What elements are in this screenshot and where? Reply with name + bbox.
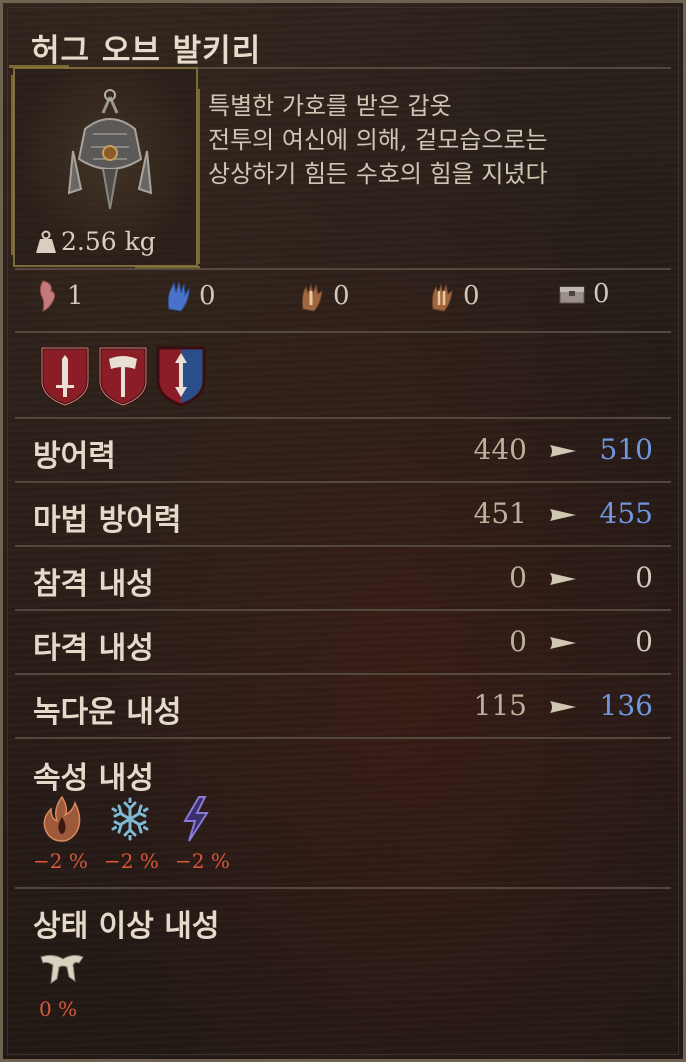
stat-current: 0 — [509, 625, 527, 658]
item-weight: 2.56 kg — [35, 227, 156, 256]
item-name: 허그 오브 발키리 — [31, 33, 262, 69]
lightning-resist-value: −2 % — [175, 849, 230, 873]
axe-shield-icon — [98, 346, 148, 407]
weight-value: 2.56 kg — [61, 227, 156, 256]
sword-shield-icon — [40, 346, 90, 407]
strength-arm-icon — [39, 280, 56, 312]
stat-new: 0 — [635, 625, 653, 658]
stat-current: 440 — [473, 433, 527, 466]
requirement-hand-two: 0 — [429, 279, 480, 313]
divider — [15, 331, 671, 333]
fire-icon — [43, 795, 81, 842]
arrows-shield-icon — [156, 346, 206, 407]
stat-label: 타격 내성 — [33, 631, 154, 666]
ailment-icon — [40, 954, 84, 985]
fire-resist-value: −2 % — [33, 849, 88, 873]
stat-row: 참격 내성 0 0 — [3, 547, 683, 611]
stat-label: 녹다운 내성 — [33, 695, 182, 730]
item-tooltip-panel: 허그 오브 발키리 2.56 kg 특별한 가호를 받은 갑옷 전투의 여신에 … — [0, 0, 686, 1062]
requirement-hand-one: 0 — [299, 279, 350, 313]
divider — [15, 887, 671, 889]
stat-current: 0 — [509, 561, 527, 594]
arrow-right-icon — [550, 509, 576, 521]
item-image-frame: 2.56 kg — [9, 65, 200, 269]
lightning-icon — [183, 796, 209, 842]
stat-row: 마법 방어력 451 455 — [3, 483, 683, 547]
arrow-right-icon — [550, 701, 576, 713]
divider — [15, 268, 671, 270]
chest-icon — [559, 286, 585, 304]
elemental-resist-icons — [39, 795, 215, 843]
arrow-right-icon — [550, 445, 576, 457]
requirement-chest: 0 — [559, 279, 610, 309]
stat-row: 방어력 440 510 — [3, 419, 683, 483]
stat-current: 451 — [473, 497, 527, 530]
stat-label: 참격 내성 — [33, 567, 154, 602]
status-resist-value: 0 % — [39, 997, 78, 1021]
arrow-right-icon — [550, 637, 576, 649]
weight-icon — [36, 230, 56, 253]
item-description: 특별한 가호를 받은 갑옷 전투의 여신에 의해, 겉모습으로는 상상하기 힘든… — [208, 92, 548, 188]
frost-icon — [111, 797, 149, 841]
divider — [15, 737, 671, 739]
hand-two-icon — [431, 283, 453, 312]
stat-new: 136 — [599, 689, 653, 722]
armor-type-badges — [39, 345, 207, 407]
stat-row: 녹다운 내성 115 136 — [3, 675, 683, 739]
requirement-strength: 1 — [37, 279, 84, 313]
elemental-resist-title: 속성 내성 — [33, 761, 154, 796]
stat-new: 455 — [599, 497, 653, 530]
status-resist-title: 상태 이상 내성 — [33, 909, 220, 944]
stat-new: 0 — [635, 561, 653, 594]
stat-label: 방어력 — [33, 439, 116, 474]
stat-label: 마법 방어력 — [33, 503, 182, 538]
frost-resist-value: −2 % — [104, 849, 159, 873]
armor-item-icon — [67, 89, 153, 210]
arrow-right-icon — [550, 573, 576, 585]
divider — [198, 67, 671, 69]
stat-new: 510 — [599, 433, 653, 466]
requirement-blue: 0 — [165, 279, 216, 313]
hand-one-icon — [301, 283, 323, 312]
requirements-row: 1 0 0 0 0 — [3, 279, 683, 323]
stat-row: 타격 내성 0 0 — [3, 611, 683, 675]
blue-hand-icon — [167, 281, 190, 312]
stat-current: 115 — [473, 689, 527, 722]
